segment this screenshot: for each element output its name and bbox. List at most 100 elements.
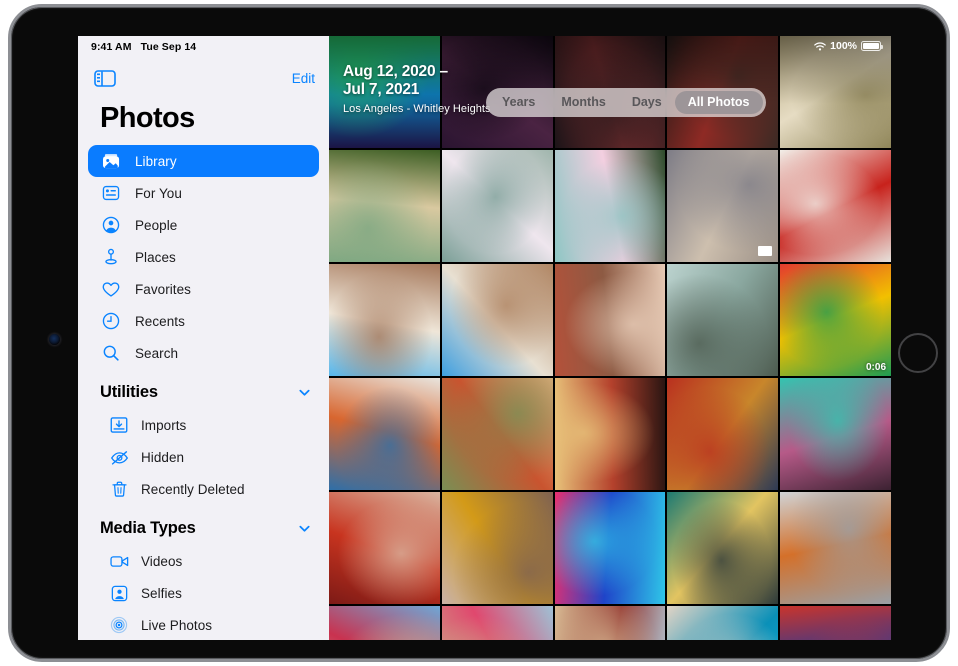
photo-thumbnail <box>442 150 553 262</box>
photo-thumbnail <box>329 492 440 604</box>
selfie-person-icon <box>108 583 130 603</box>
video-duration-badge: 0:06 <box>866 362 886 373</box>
photo-thumbnail <box>780 378 891 490</box>
photo-thumbnail <box>329 264 440 376</box>
photo-thumbnail <box>667 492 778 604</box>
for-you-icon <box>100 183 122 203</box>
photos-sidebar: 9:41 AM Tue Sep 14 Edit Photos <box>78 36 329 640</box>
sidebar-item-label: Places <box>135 250 176 265</box>
photo-thumbnail <box>329 606 440 640</box>
sidebar-item-label: Library <box>135 154 177 169</box>
ipad-screen: 9:41 AM Tue Sep 14 Edit Photos <box>78 36 891 640</box>
sidebar-item-live-photos[interactable]: Live Photos <box>88 609 319 640</box>
location-label: Los Angeles - Whitley Heights <box>343 103 491 116</box>
status-date: Tue Sep 14 <box>141 41 197 53</box>
photo-thumbnail <box>780 36 891 148</box>
sidebar-item-label: Live Photos <box>141 618 212 633</box>
home-button[interactable] <box>898 333 938 373</box>
photo-cell[interactable] <box>329 150 440 262</box>
sidebar-item-places[interactable]: Places <box>88 241 319 273</box>
sidebar-item-recently-deleted[interactable]: Recently Deleted <box>88 473 319 505</box>
photo-cell[interactable] <box>780 492 891 604</box>
video-camera-icon <box>108 551 130 571</box>
section-title: Media Types <box>100 519 196 538</box>
photo-thumbnail <box>780 150 891 262</box>
photo-cell[interactable]: 0:06 <box>780 264 891 376</box>
battery-percent-label: 100% <box>830 40 857 52</box>
photo-cell[interactable] <box>667 378 778 490</box>
sidebar-item-selfies[interactable]: Selfies <box>88 577 319 609</box>
photo-grid: 0:06 <box>329 36 891 640</box>
photo-cell[interactable] <box>667 606 778 640</box>
edit-button[interactable]: Edit <box>292 71 315 86</box>
clock-icon <box>100 311 122 331</box>
photo-cell[interactable] <box>555 492 666 604</box>
sidebar-item-label: Recents <box>135 314 185 329</box>
sidebar-item-label: Videos <box>141 554 182 569</box>
sidebar-top-bar: Edit <box>78 58 329 98</box>
photo-cell[interactable] <box>442 378 553 490</box>
sidebar-item-search[interactable]: Search <box>88 337 319 369</box>
sidebar-item-library[interactable]: Library <box>88 145 319 177</box>
photo-thumbnail <box>555 264 666 376</box>
photo-cell[interactable] <box>329 492 440 604</box>
heart-icon <box>100 279 122 299</box>
import-tray-icon <box>108 415 130 435</box>
live-photo-icon <box>108 615 130 635</box>
photo-cell[interactable] <box>667 150 778 262</box>
photo-cell[interactable] <box>780 606 891 640</box>
grid-status-indicators: 100% <box>814 40 881 52</box>
date-range-line-2: Jul 7, 2021 <box>343 81 491 99</box>
segment-months[interactable]: Months <box>548 91 618 114</box>
photo-thumbnail <box>555 150 666 262</box>
photo-cell[interactable] <box>329 264 440 376</box>
sidebar-item-label: People <box>135 218 177 233</box>
front-camera-lens <box>49 334 60 345</box>
photo-cell[interactable] <box>329 606 440 640</box>
section-title: Utilities <box>100 383 158 402</box>
sidebar-item-for-you[interactable]: For You <box>88 177 319 209</box>
sidebar-item-label: For You <box>135 186 182 201</box>
segment-years[interactable]: Years <box>489 91 548 114</box>
photo-cell[interactable] <box>667 492 778 604</box>
sidebar-toggle-icon[interactable] <box>94 70 116 87</box>
photo-cell[interactable] <box>780 36 891 148</box>
segment-days[interactable]: Days <box>619 91 675 114</box>
ipad-device: 9:41 AM Tue Sep 14 Edit Photos <box>8 4 950 662</box>
photo-cell[interactable] <box>442 492 553 604</box>
date-range-line-1: Aug 12, 2020 – <box>343 63 491 81</box>
photo-cell[interactable] <box>329 378 440 490</box>
photo-thumbnail <box>442 264 553 376</box>
photo-cell[interactable] <box>780 378 891 490</box>
sidebar-item-people[interactable]: People <box>88 209 319 241</box>
person-circle-icon <box>100 215 122 235</box>
sidebar-item-hidden[interactable]: Hidden <box>88 441 319 473</box>
photo-thumbnail <box>780 492 891 604</box>
timeline-segmented-control[interactable]: Years Months Days All Photos <box>486 88 766 117</box>
photo-cell[interactable] <box>555 150 666 262</box>
photo-thumbnail <box>329 378 440 490</box>
chevron-down-icon[interactable] <box>298 386 311 399</box>
section-header-utilities[interactable]: Utilities <box>78 369 329 409</box>
sidebar-item-label: Search <box>135 346 178 361</box>
sidebar-item-recents[interactable]: Recents <box>88 305 319 337</box>
segment-all-photos[interactable]: All Photos <box>675 91 763 114</box>
battery-icon <box>861 41 881 51</box>
sidebar-item-videos[interactable]: Videos <box>88 545 319 577</box>
photo-thumbnail <box>555 492 666 604</box>
trash-icon <box>108 479 130 499</box>
sidebar-item-favorites[interactable]: Favorites <box>88 273 319 305</box>
photo-cell[interactable] <box>780 150 891 262</box>
photo-cell[interactable] <box>555 378 666 490</box>
photo-cell[interactable] <box>555 606 666 640</box>
panorama-badge-icon <box>758 246 772 256</box>
chevron-down-icon[interactable] <box>298 522 311 535</box>
photo-cell[interactable] <box>667 264 778 376</box>
section-header-media-types[interactable]: Media Types <box>78 505 329 545</box>
photo-cell[interactable] <box>442 264 553 376</box>
sidebar-item-label: Imports <box>141 418 186 433</box>
photo-cell[interactable] <box>555 264 666 376</box>
photo-cell[interactable] <box>442 150 553 262</box>
sidebar-item-imports[interactable]: Imports <box>88 409 319 441</box>
photo-cell[interactable] <box>442 606 553 640</box>
